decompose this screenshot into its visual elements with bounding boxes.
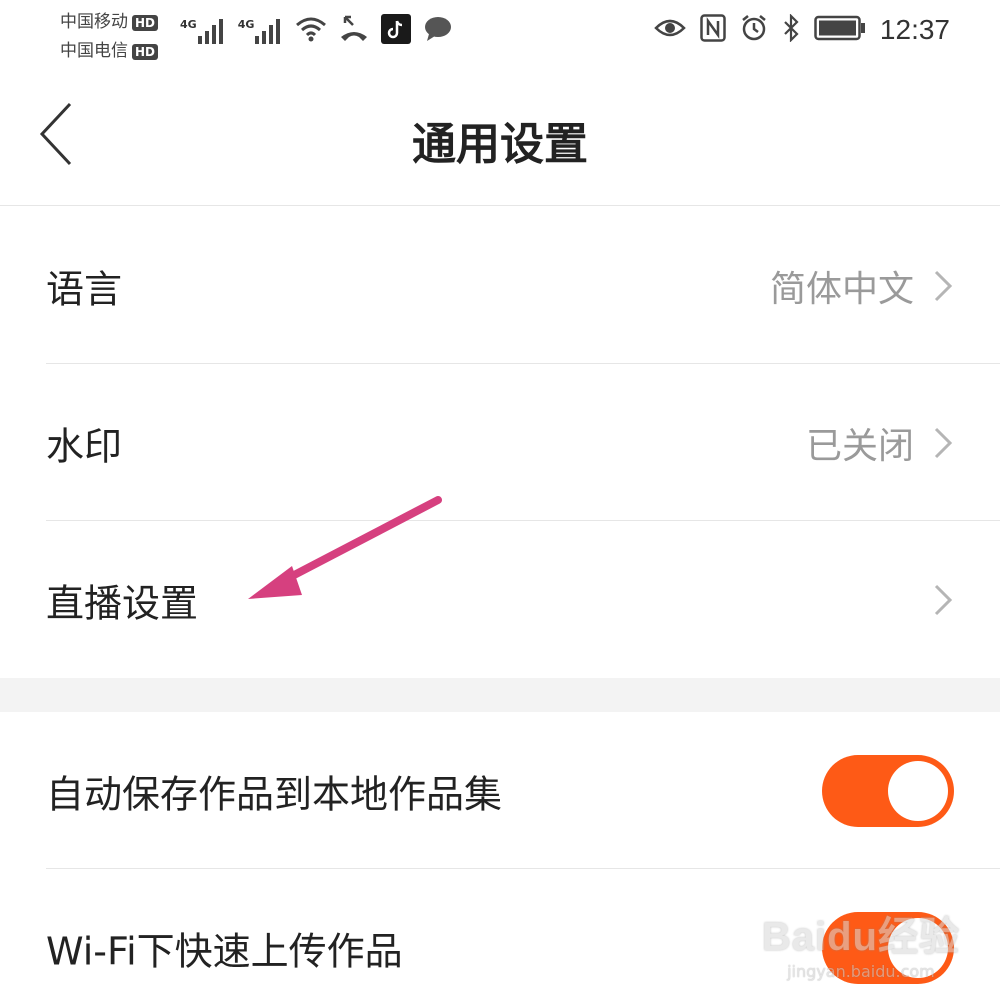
network-type-label: 4G [180,18,197,31]
setting-row-live[interactable]: 直播设置 [0,521,1000,678]
eye-icon [654,16,686,44]
chevron-right-icon [934,584,953,615]
battery-icon [814,15,866,45]
chevron-right-icon [934,427,953,458]
section-divider [0,678,1000,712]
hd-badge: HD [132,14,159,31]
setting-label: 自动保存作品到本地作品集 [46,772,503,816]
tiktok-icon [381,14,412,48]
chevron-right-icon [934,270,953,301]
missed-call-icon [339,15,369,47]
alarm-icon [740,14,768,46]
setting-row-auto-save: 自动保存作品到本地作品集 [0,712,1000,869]
toggle-knob [888,760,948,821]
carrier-2-label: 中国电信 [60,41,128,61]
watermark-url: jingyan.baidu.com [787,962,935,981]
status-icons-left: 4G 4G [180,14,453,48]
status-time: 12:37 [879,14,950,45]
setting-label: Wi-Fi下快速上传作品 [46,929,403,973]
signal-2-icon: 4G [238,18,284,44]
auto-save-toggle[interactable] [822,754,954,827]
message-icon [423,16,453,46]
header: 通用设置 [0,70,1000,206]
wifi-icon [295,16,327,46]
setting-value: 已关闭 [805,425,914,467]
page-title: 通用设置 [412,119,588,170]
setting-label: 语言 [46,267,123,311]
carrier-info: 中国移动 HD 中国电信 HD [60,8,159,66]
baidu-watermark: Baidu经验 jingyan.baidu.com [762,904,960,981]
setting-label: 直播设置 [46,581,199,625]
network-type-label: 4G [237,18,255,31]
setting-value: 简体中文 [769,268,914,310]
setting-label: 水印 [46,424,123,468]
status-icons-right: 12:37 [654,13,950,46]
nfc-icon [700,14,726,46]
bluetooth-icon [782,13,800,46]
hd-badge: HD [132,43,159,60]
signal-1-icon: 4G [180,18,226,44]
status-bar: 中国移动 HD 中国电信 HD 4G 4G 12:37 [0,0,1000,70]
setting-row-language[interactable]: 语言 简体中文 [0,207,1000,364]
carrier-1-label: 中国移动 [60,12,128,32]
watermark-brand: Baidu经验 [761,915,960,959]
setting-row-watermark[interactable]: 水印 已关闭 [0,364,1000,521]
